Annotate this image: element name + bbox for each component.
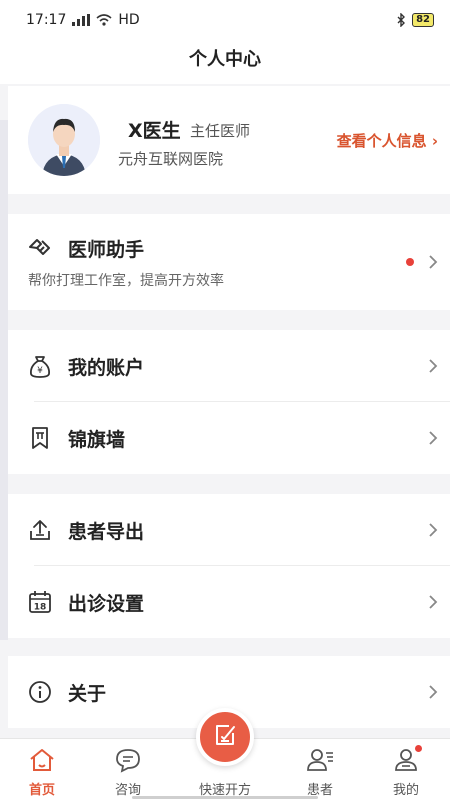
side-strip: [0, 120, 8, 640]
signal-icon: [72, 14, 91, 26]
chevron-right-icon: [429, 359, 438, 373]
bluetooth-icon: [397, 13, 406, 27]
patients-icon: [290, 745, 350, 775]
notification-dot: [406, 258, 414, 266]
chevron-right-icon: [429, 431, 438, 445]
calendar-day: 18: [34, 603, 47, 613]
svg-text:¥: ¥: [37, 366, 43, 376]
battery-indicator: 82: [412, 13, 434, 27]
status-time: 17:17: [26, 12, 67, 28]
wifi-icon: [96, 14, 112, 26]
assistant-title: 医师助手: [68, 238, 145, 261]
hospital-name: 元舟互联网医院: [118, 150, 224, 168]
info-icon: [26, 678, 54, 706]
calendar-icon: 18: [26, 588, 54, 616]
profile-card[interactable]: X医生 主任医师 元舟互联网医院 查看个人信息 ›: [8, 86, 450, 194]
menu-item-patient-export[interactable]: 患者导出: [8, 494, 450, 566]
chevron-right-icon: [429, 685, 438, 699]
assistant-card[interactable]: 医师助手 帮你打理工作室，提高开方效率: [8, 214, 450, 310]
home-indicator: [132, 796, 318, 799]
tab-label-home: 首页: [28, 783, 55, 798]
menu-label-banner-wall: 锦旗墙: [68, 428, 126, 451]
money-bag-icon: ¥: [26, 352, 54, 380]
view-profile-link[interactable]: 查看个人信息 ›: [337, 130, 438, 151]
tab-patients[interactable]: 患者: [290, 745, 350, 798]
chevron-right-icon: [429, 595, 438, 609]
tab-consult[interactable]: 咨询: [98, 745, 158, 798]
assistant-subtitle: 帮你打理工作室，提高开方效率: [28, 273, 224, 289]
doctor-name: X医生: [128, 120, 181, 142]
chevron-right-icon: [429, 523, 438, 537]
avatar[interactable]: [28, 104, 100, 176]
handshake-icon: [26, 234, 54, 262]
status-bar: 17:17 HD 82: [0, 0, 450, 40]
profile-icon: [376, 745, 436, 775]
menu-item-banner-wall[interactable]: 锦旗墙: [8, 402, 450, 474]
doctor-title: 主任医师: [190, 122, 251, 140]
menu-label-patient-export: 患者导出: [68, 520, 145, 543]
tab-label-mine: 我的: [392, 783, 419, 798]
tab-mine[interactable]: 我的: [376, 745, 436, 798]
menu-label-about: 关于: [68, 682, 107, 705]
network-label: HD: [118, 12, 140, 28]
menu-item-clinic-settings[interactable]: 18 出诊设置: [8, 566, 450, 638]
export-icon: [26, 516, 54, 544]
chevron-right-icon: [429, 255, 438, 269]
menu-label-account: 我的账户: [68, 356, 145, 379]
notification-dot: [415, 745, 422, 752]
home-icon: [12, 745, 72, 775]
quick-prescription-button[interactable]: [196, 708, 254, 766]
menu-label-clinic-settings: 出诊设置: [68, 592, 145, 615]
banner-icon: [26, 424, 54, 452]
chat-icon: [98, 745, 158, 775]
menu-item-account[interactable]: ¥ 我的账户: [8, 330, 450, 402]
page-title: 个人中心: [0, 40, 450, 84]
prescription-icon: [213, 723, 237, 751]
tab-home[interactable]: 首页: [12, 745, 72, 798]
